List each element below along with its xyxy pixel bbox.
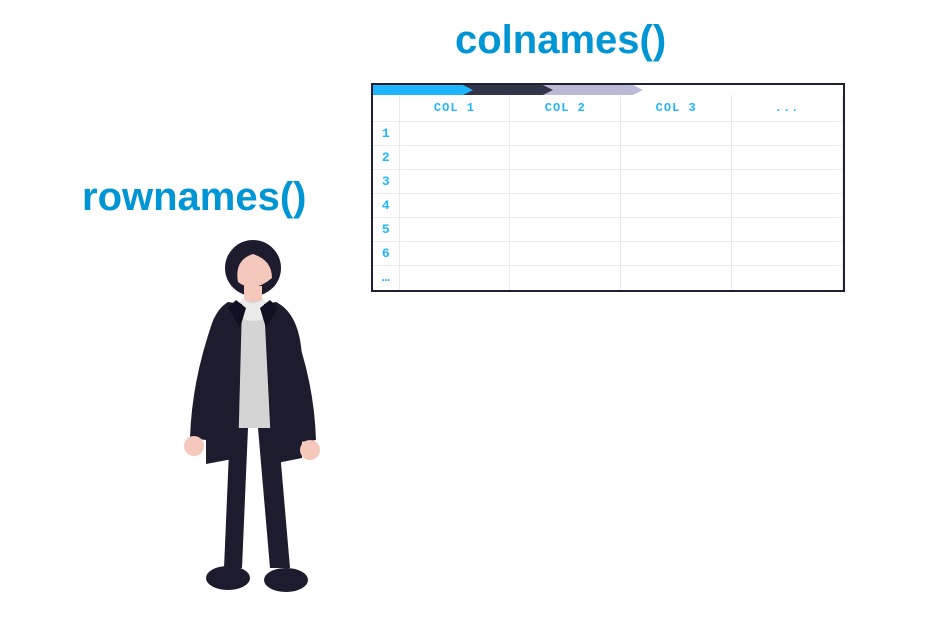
tab-segment-1 [373, 85, 463, 95]
row-number: 4 [373, 194, 399, 218]
table-cell [399, 146, 510, 170]
table-row: 1 [373, 122, 843, 146]
table-tab-strip [373, 85, 843, 95]
colnames-label: colnames() [455, 18, 666, 63]
table-cell [732, 122, 843, 146]
row-number: 2 [373, 146, 399, 170]
rownames-label: rownames() [82, 175, 307, 220]
table-row: 3 [373, 170, 843, 194]
table-cell [510, 122, 621, 146]
table-cell [510, 170, 621, 194]
data-table: COL 1 COL 2 COL 3 ... 1 2 3 [373, 95, 843, 290]
table-cell [510, 242, 621, 266]
table-cell [510, 146, 621, 170]
table-row: 2 [373, 146, 843, 170]
table-cell [510, 266, 621, 290]
table-cell [510, 218, 621, 242]
table-cell [732, 242, 843, 266]
person-illustration [150, 228, 350, 608]
table-cell [399, 194, 510, 218]
table-cell [399, 122, 510, 146]
table-row: … [373, 266, 843, 290]
row-number: 1 [373, 122, 399, 146]
col-header: ... [732, 95, 843, 122]
row-number: 5 [373, 218, 399, 242]
table-cell [621, 170, 732, 194]
table-cell [732, 194, 843, 218]
table-row: 6 [373, 242, 843, 266]
table-cell [732, 146, 843, 170]
table-cell [399, 242, 510, 266]
table-cell [732, 170, 843, 194]
rownum-header [373, 95, 399, 122]
table-cell [621, 242, 732, 266]
table-cell [399, 170, 510, 194]
table-cell [621, 194, 732, 218]
table-cell [399, 266, 510, 290]
table-cell [621, 146, 732, 170]
data-table-panel: COL 1 COL 2 COL 3 ... 1 2 3 [371, 83, 845, 292]
table-cell [621, 122, 732, 146]
table-header-row: COL 1 COL 2 COL 3 ... [373, 95, 843, 122]
table-cell [732, 266, 843, 290]
table-row: 5 [373, 218, 843, 242]
row-number: … [373, 266, 399, 290]
table-cell [621, 218, 732, 242]
col-header: COL 2 [510, 95, 621, 122]
row-number: 6 [373, 242, 399, 266]
row-number: 3 [373, 170, 399, 194]
col-header: COL 3 [621, 95, 732, 122]
col-header: COL 1 [399, 95, 510, 122]
table-row: 4 [373, 194, 843, 218]
table-cell [510, 194, 621, 218]
table-cell [621, 266, 732, 290]
table-cell [732, 218, 843, 242]
table-cell [399, 218, 510, 242]
